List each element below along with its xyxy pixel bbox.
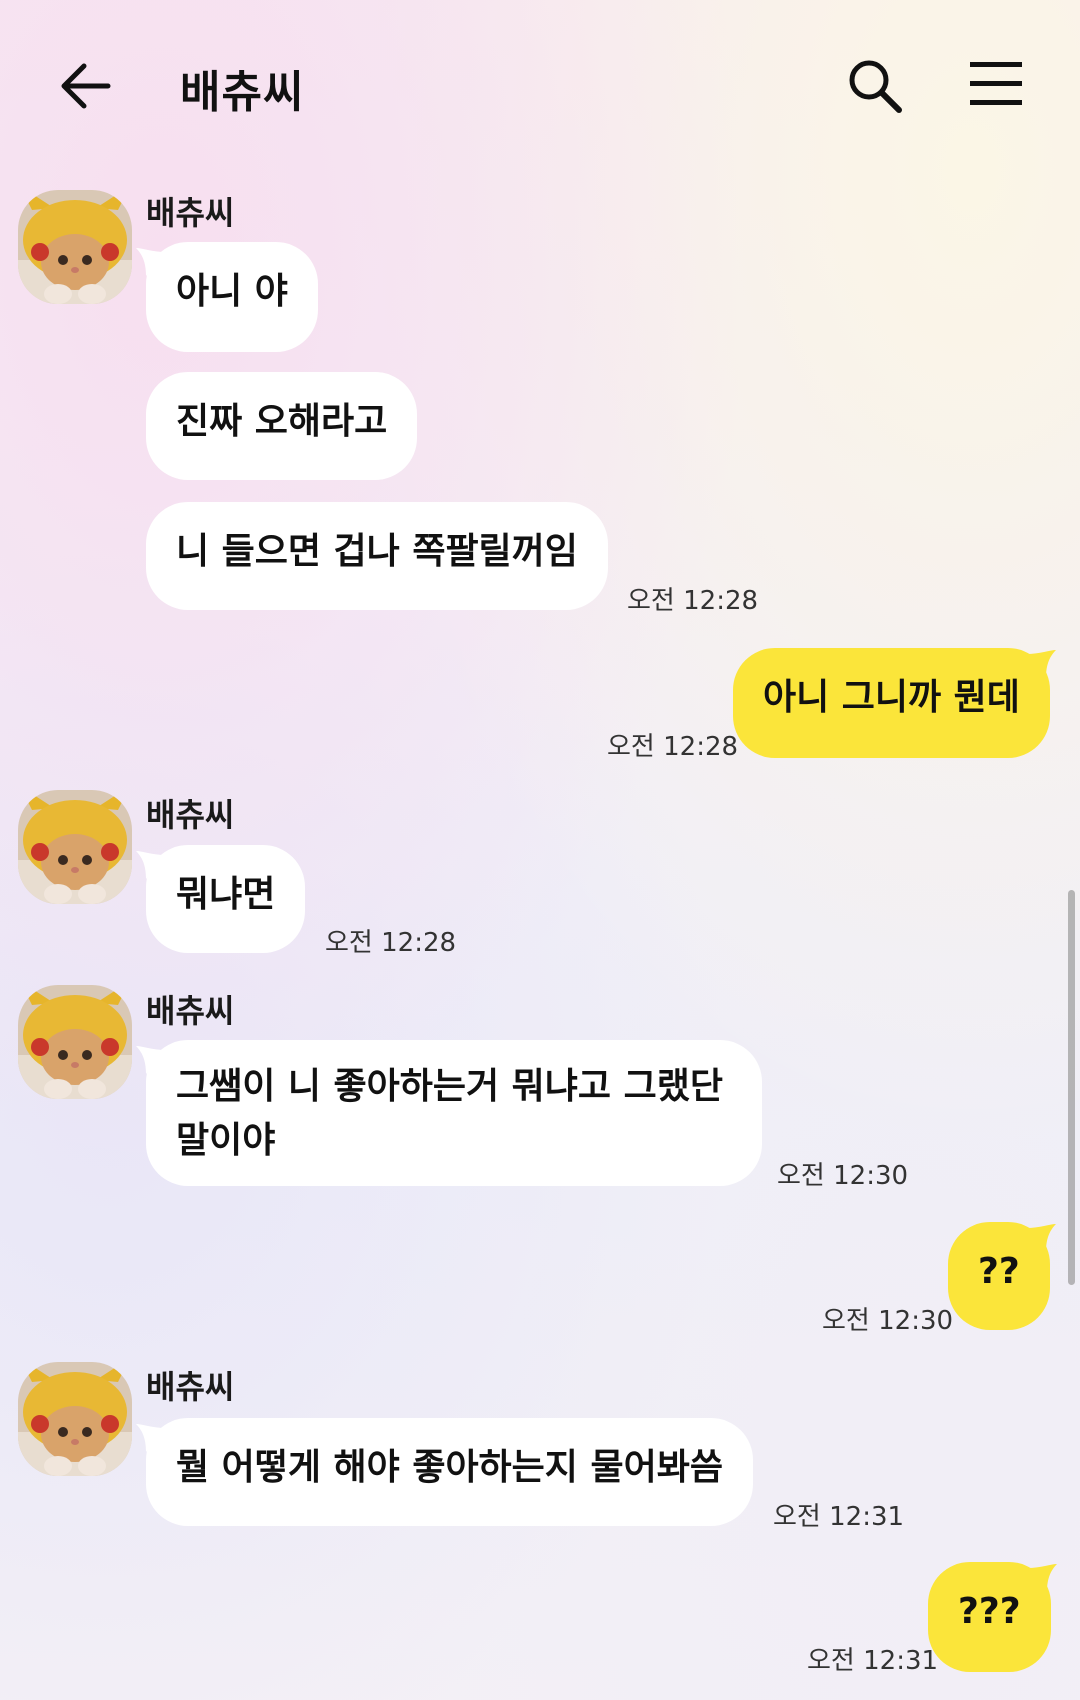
- sender-name: 배츄씨: [146, 796, 235, 834]
- bubble-tail: [136, 851, 166, 881]
- message-text: ???: [958, 1591, 1021, 1632]
- bubble-tail: [1026, 650, 1056, 680]
- search-button[interactable]: [845, 56, 905, 116]
- message-text: 뭘 어떻게 해야 좋아하는지 물어봐씀: [176, 1447, 723, 1488]
- message-timestamp: 오전 12:31: [773, 1502, 905, 1532]
- message-timestamp: 오전 12:30: [822, 1306, 954, 1336]
- menu-button[interactable]: [968, 60, 1024, 108]
- sender-name: 배츄씨: [146, 1368, 235, 1406]
- message-timestamp: 오전 12:31: [807, 1646, 939, 1676]
- cat-avatar-image: [18, 790, 132, 904]
- sender-name: 배츄씨: [146, 992, 235, 1030]
- message-bubble-incoming[interactable]: 진짜 오해라고: [146, 372, 418, 480]
- message-bubble-incoming[interactable]: 니 들으면 겁나 쪽팔릴꺼임: [146, 502, 608, 610]
- arrow-left-icon: [61, 63, 111, 109]
- bubble-tail: [1026, 1224, 1056, 1254]
- scrollbar[interactable]: [1068, 890, 1075, 1285]
- chat-header: 배츄씨: [0, 0, 1080, 170]
- message-text: 아니 야: [176, 271, 288, 312]
- cat-avatar-image: [18, 1362, 132, 1476]
- message-text: 진짜 오해라고: [176, 401, 388, 442]
- message-bubble-incoming[interactable]: 그쌤이 니 좋아하는거 뭐냐고 그랬단 말이야: [146, 1040, 762, 1186]
- message-bubble-incoming[interactable]: 뭘 어떻게 해야 좋아하는지 물어봐씀: [146, 1418, 753, 1526]
- message-timestamp: 오전 12:28: [607, 732, 739, 762]
- hamburger-menu-icon: [970, 62, 1022, 105]
- bubble-tail: [136, 1046, 166, 1076]
- avatar[interactable]: [18, 790, 132, 904]
- chat-title: 배츄씨: [180, 67, 305, 118]
- avatar[interactable]: [18, 190, 132, 304]
- avatar[interactable]: [18, 1362, 132, 1476]
- message-bubble-incoming[interactable]: 아니 야: [146, 242, 318, 352]
- message-bubble-incoming[interactable]: 뭐냐면: [146, 845, 306, 953]
- search-icon: [849, 60, 902, 113]
- message-text: 아니 그니까 뭔데: [763, 677, 1020, 718]
- sender-name: 배츄씨: [146, 194, 235, 232]
- message-text: 뭐냐면: [176, 874, 276, 915]
- message-text: ??: [978, 1251, 1020, 1292]
- message-timestamp: 오전 12:28: [325, 928, 457, 958]
- message-bubble-outgoing[interactable]: 아니 그니까 뭔데: [733, 648, 1050, 758]
- avatar[interactable]: [18, 985, 132, 1099]
- message-timestamp: 오전 12:28: [627, 586, 759, 616]
- message-text: 니 들으면 겁나 쪽팔릴꺼임: [176, 531, 578, 572]
- bubble-tail: [136, 1424, 166, 1454]
- back-button[interactable]: [58, 58, 118, 114]
- cat-avatar-image: [18, 190, 132, 304]
- bubble-tail: [136, 248, 166, 278]
- message-bubble-outgoing[interactable]: ??: [948, 1222, 1050, 1330]
- message-bubble-outgoing[interactable]: ???: [928, 1562, 1051, 1672]
- bubble-tail: [1027, 1564, 1057, 1594]
- message-text-line: 그쌤이 니 좋아하는거 뭐냐고 그랬단: [176, 1066, 723, 1107]
- cat-avatar-image: [18, 985, 132, 1099]
- message-timestamp: 오전 12:30: [777, 1161, 909, 1191]
- message-text-line: 말이야: [176, 1120, 276, 1161]
